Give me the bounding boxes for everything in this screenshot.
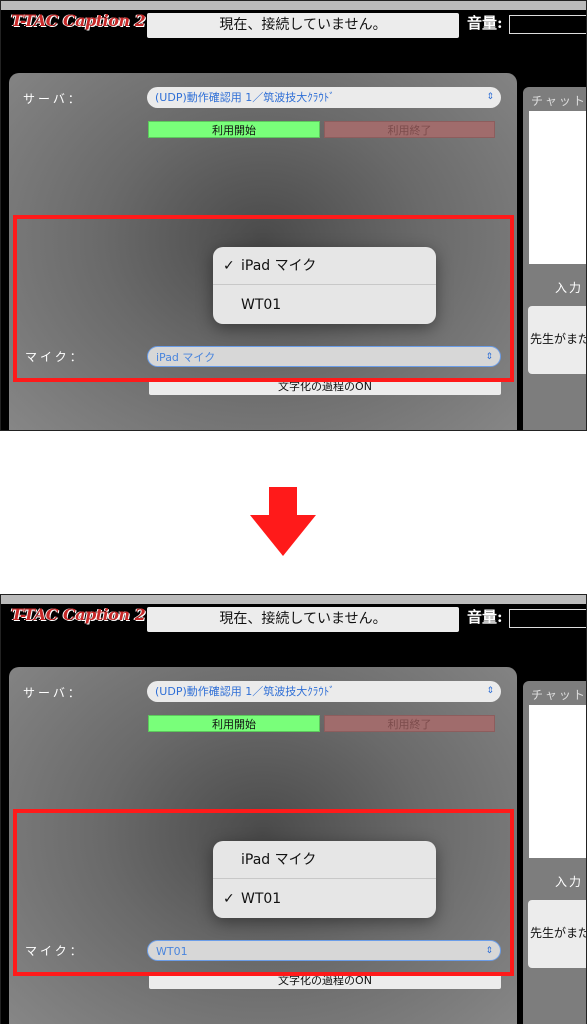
- up-down-chevron-icon: ⇕: [486, 92, 494, 102]
- server-select[interactable]: (UDP)動作確認用 1／筑波技大ｸﾗｳﾄﾞ ⇕: [147, 681, 501, 702]
- server-label: サーバ：: [23, 686, 83, 700]
- input-label: 入力: [555, 875, 584, 889]
- app-title: T-TAC Caption 2: [11, 605, 146, 624]
- server-selected-value: (UDP)動作確認用 1／筑波技大ｸﾗｳﾄﾞ: [155, 91, 335, 104]
- down-arrow-icon: [250, 487, 316, 557]
- chat-area[interactable]: [529, 111, 586, 264]
- end-button[interactable]: 利用終了: [324, 121, 495, 138]
- chat-label: チャット: [531, 688, 587, 702]
- volume-meter: [509, 15, 586, 34]
- highlight-frame: [13, 809, 514, 976]
- highlight-frame: [13, 215, 514, 382]
- teacher-input-box[interactable]: 先生がまだ: [528, 900, 587, 968]
- teacher-text: 先生がまだ: [530, 332, 587, 346]
- volume-label: 音量:: [467, 608, 503, 626]
- teacher-text: 先生がまだ: [530, 926, 587, 940]
- app-title: T-TAC Caption 2: [11, 11, 146, 30]
- start-button[interactable]: 利用開始: [148, 715, 320, 732]
- teacher-input-box[interactable]: 先生がまだ: [528, 306, 587, 374]
- chat-label: チャット: [531, 94, 587, 108]
- up-down-chevron-icon: ⇕: [486, 686, 494, 696]
- volume-label: 音量:: [467, 14, 503, 32]
- end-button[interactable]: 利用終了: [324, 715, 495, 732]
- chat-area[interactable]: [529, 705, 586, 858]
- server-selected-value: (UDP)動作確認用 1／筑波技大ｸﾗｳﾄﾞ: [155, 685, 335, 698]
- screenshot-after: T-TAC Caption 2 現在、接続していません。 音量: チャット 入力…: [0, 594, 587, 1024]
- input-label: 入力: [555, 281, 584, 295]
- volume-meter: [509, 609, 586, 628]
- connection-status: 現在、接続していません。: [147, 607, 459, 632]
- connection-status: 現在、接続していません。: [147, 13, 459, 38]
- screenshot-before: T-TAC Caption 2 現在、接続していません。 音量: チャット 入力…: [0, 0, 587, 431]
- server-label: サーバ：: [23, 92, 83, 106]
- server-select[interactable]: (UDP)動作確認用 1／筑波技大ｸﾗｳﾄﾞ ⇕: [147, 87, 501, 108]
- start-button[interactable]: 利用開始: [148, 121, 320, 138]
